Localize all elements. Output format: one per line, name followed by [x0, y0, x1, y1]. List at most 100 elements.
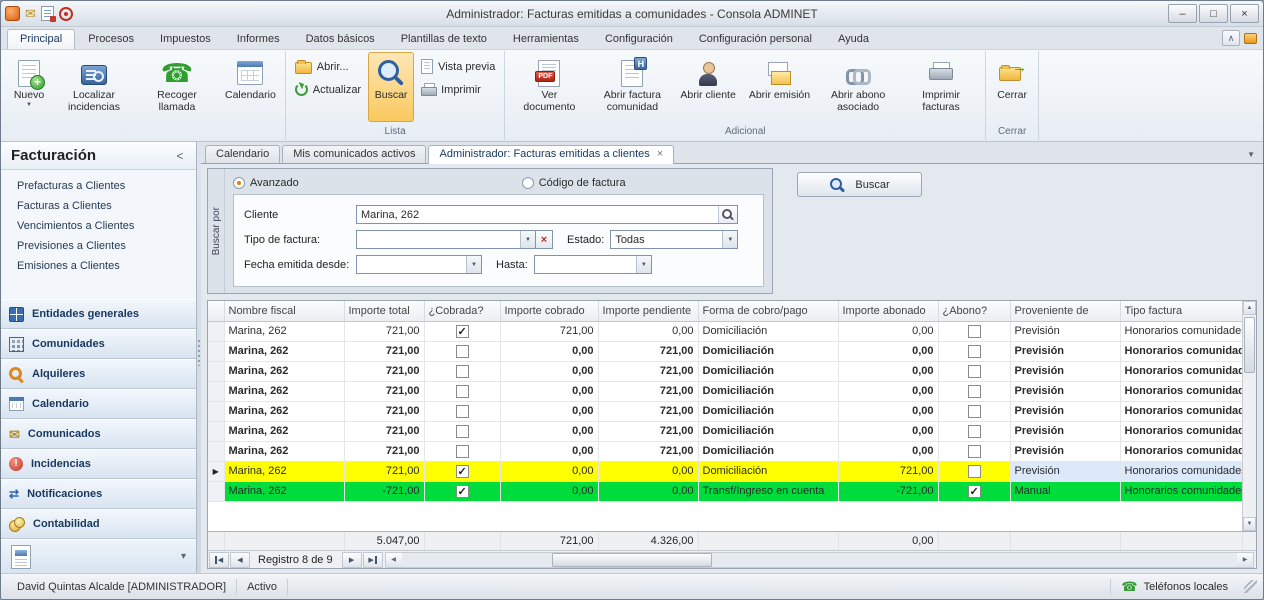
cliente-input[interactable]: Marina, 262: [356, 205, 738, 224]
table-row[interactable]: Marina, 262 721,00 0,00 721,00 Domicilia…: [208, 441, 1242, 461]
vertical-scroll-thumb[interactable]: [1244, 317, 1255, 373]
table-row[interactable]: Marina, 262 -721,00 0,00 0,00 Transf/Ing…: [208, 481, 1242, 501]
report-icon[interactable]: [11, 545, 31, 569]
sidebar-item-emisiones[interactable]: Emisiones a Clientes: [1, 256, 196, 276]
close-button[interactable]: ×: [1230, 4, 1259, 23]
abrir-emision-button[interactable]: Abrir emisión: [743, 52, 816, 122]
vista-previa-button[interactable]: Vista previa: [415, 56, 501, 77]
sidebar-item-vencimientos[interactable]: Vencimientos a Clientes: [1, 216, 196, 236]
ribbon-tab-configuracion[interactable]: Configuración: [592, 29, 686, 49]
ribbon-tab-plantillas[interactable]: Plantillas de texto: [388, 29, 500, 49]
header-tipo-factura[interactable]: Tipo factura: [1120, 301, 1242, 321]
radio-avanzado[interactable]: Avanzado: [233, 177, 299, 189]
ribbon-tab-impuestos[interactable]: Impuestos: [147, 29, 224, 49]
last-record-button[interactable]: ▶: [363, 552, 383, 568]
cobrada-checkbox[interactable]: [456, 405, 469, 418]
sidebar-group-comunicados[interactable]: ✉ Comunicados: [1, 419, 196, 449]
imprimir-facturas-button[interactable]: Imprimir facturas: [900, 52, 982, 122]
cerrar-button[interactable]: → Cerrar: [989, 52, 1035, 122]
cobrada-checkbox[interactable]: [456, 485, 469, 498]
radio-codigo-factura[interactable]: Código de factura: [522, 177, 626, 189]
abrir-button[interactable]: Abrir...: [289, 56, 367, 77]
status-phones[interactable]: ☎ Teléfonos locales: [1110, 579, 1238, 595]
sidebar-splitter[interactable]: [197, 142, 201, 573]
minimize-button[interactable]: –: [1168, 4, 1197, 23]
ver-documento-button[interactable]: PDF Ver documento: [508, 52, 590, 122]
abono-checkbox[interactable]: [968, 345, 981, 358]
sidebar-item-facturas[interactable]: Facturas a Clientes: [1, 196, 196, 216]
tipo-combo-arrow-icon[interactable]: ▼: [520, 231, 535, 248]
fecha-desde-combo[interactable]: ▼: [356, 255, 482, 274]
sidebar-group-entidades[interactable]: Entidades generales: [1, 299, 196, 329]
app-icon[interactable]: [5, 6, 20, 21]
estado-combo[interactable]: Todas ▼: [610, 230, 738, 249]
table-row[interactable]: Marina, 262 721,00 0,00 721,00 Domicilia…: [208, 341, 1242, 361]
sidebar-item-previsiones[interactable]: Previsiones a Clientes: [1, 236, 196, 256]
tipo-factura-combo[interactable]: ▼: [356, 230, 536, 249]
header-importe-pendiente[interactable]: Importe pendiente: [598, 301, 698, 321]
table-row[interactable]: Marina, 262 721,00 0,00 721,00 Domicilia…: [208, 421, 1242, 441]
abono-checkbox[interactable]: [968, 385, 981, 398]
sidebar-group-alquileres[interactable]: Alquileres: [1, 359, 196, 389]
cliente-lookup-button[interactable]: [718, 206, 737, 223]
cobrada-checkbox[interactable]: [456, 445, 469, 458]
sidebar-collapse-icon[interactable]: <: [172, 149, 188, 163]
ribbon-tab-procesos[interactable]: Procesos: [75, 29, 147, 49]
abono-checkbox[interactable]: [968, 425, 981, 438]
tab-list-dropdown-icon[interactable]: ▼: [1243, 150, 1259, 163]
horizontal-scroll-thumb[interactable]: [552, 553, 712, 567]
scroll-right-icon[interactable]: ▶: [1237, 553, 1253, 567]
ribbon-tab-herramientas[interactable]: Herramientas: [500, 29, 592, 49]
header-nombre-fiscal[interactable]: Nombre fiscal: [224, 301, 344, 321]
header-cobrada[interactable]: ¿Cobrada?: [424, 301, 500, 321]
table-row[interactable]: Marina, 262 721,00 0,00 721,00 Domicilia…: [208, 381, 1242, 401]
sidebar-group-contabilidad[interactable]: Contabilidad: [1, 509, 196, 539]
table-row[interactable]: Marina, 262 721,00 0,00 721,00 Domicilia…: [208, 361, 1242, 381]
abono-checkbox[interactable]: [968, 405, 981, 418]
vertical-scrollbar[interactable]: ▲ ▼: [1242, 301, 1256, 531]
next-record-button[interactable]: ▶: [342, 552, 362, 568]
scroll-down-icon[interactable]: ▼: [1243, 517, 1256, 531]
ribbon-tab-informes[interactable]: Informes: [224, 29, 293, 49]
localizar-incidencias-button[interactable]: Localizar incidencias: [53, 52, 135, 122]
hasta-combo-arrow-icon[interactable]: ▼: [636, 256, 651, 273]
abono-checkbox[interactable]: [968, 445, 981, 458]
tasks-icon[interactable]: [41, 6, 54, 21]
header-forma-cobro[interactable]: Forma de cobro/pago: [698, 301, 838, 321]
actualizar-button[interactable]: Actualizar: [289, 79, 367, 100]
tab-facturas-emitidas[interactable]: Administrador: Facturas emitidas a clien…: [428, 145, 674, 164]
ribbon-tab-principal[interactable]: Principal: [7, 29, 75, 49]
tab-close-icon[interactable]: ×: [657, 148, 663, 160]
abono-checkbox[interactable]: [968, 485, 981, 498]
cobrada-checkbox[interactable]: [456, 325, 469, 338]
sidebar-group-comunidades[interactable]: Comunidades: [1, 329, 196, 359]
sidebar-group-incidencias[interactable]: ! Incidencias: [1, 449, 196, 479]
estado-combo-arrow-icon[interactable]: ▼: [722, 231, 737, 248]
maximize-button[interactable]: □: [1199, 4, 1228, 23]
sidebar-item-prefacturas[interactable]: Prefacturas a Clientes: [1, 176, 196, 196]
fecha-combo-arrow-icon[interactable]: ▼: [466, 256, 481, 273]
imprimir-button[interactable]: Imprimir: [415, 79, 501, 100]
resize-grip[interactable]: [1244, 580, 1257, 593]
previous-record-button[interactable]: ◀: [230, 552, 250, 568]
tab-mis-comunicados[interactable]: Mis comunicados activos: [282, 145, 426, 163]
abrir-abono-asociado-button[interactable]: Abrir abono asociado: [817, 52, 899, 122]
sidebar-group-calendario[interactable]: Calendario: [1, 389, 196, 419]
cobrada-checkbox[interactable]: [456, 465, 469, 478]
cobrada-checkbox[interactable]: [456, 385, 469, 398]
abono-checkbox[interactable]: [968, 365, 981, 378]
tipo-clear-button[interactable]: ×: [536, 230, 553, 249]
header-importe-cobrado[interactable]: Importe cobrado: [500, 301, 598, 321]
scroll-up-icon[interactable]: ▲: [1243, 301, 1256, 315]
nuevo-button[interactable]: Nuevo ▼: [6, 52, 52, 122]
record-icon[interactable]: [59, 7, 73, 21]
table-row-selected[interactable]: ▶ Marina, 262 721,00 0,00 0,00 Domicilia…: [208, 461, 1242, 481]
ribbon-tab-configuracion-personal[interactable]: Configuración personal: [686, 29, 825, 49]
table-row[interactable]: Marina, 262 721,00 0,00 721,00 Domicilia…: [208, 401, 1242, 421]
scroll-left-icon[interactable]: ◀: [386, 553, 402, 567]
calendario-button[interactable]: Calendario: [219, 52, 282, 122]
abrir-factura-comunidad-button[interactable]: H Abrir factura comunidad: [591, 52, 673, 122]
cobrada-checkbox[interactable]: [456, 365, 469, 378]
header-importe-total[interactable]: Importe total: [344, 301, 424, 321]
cobrada-checkbox[interactable]: [456, 345, 469, 358]
